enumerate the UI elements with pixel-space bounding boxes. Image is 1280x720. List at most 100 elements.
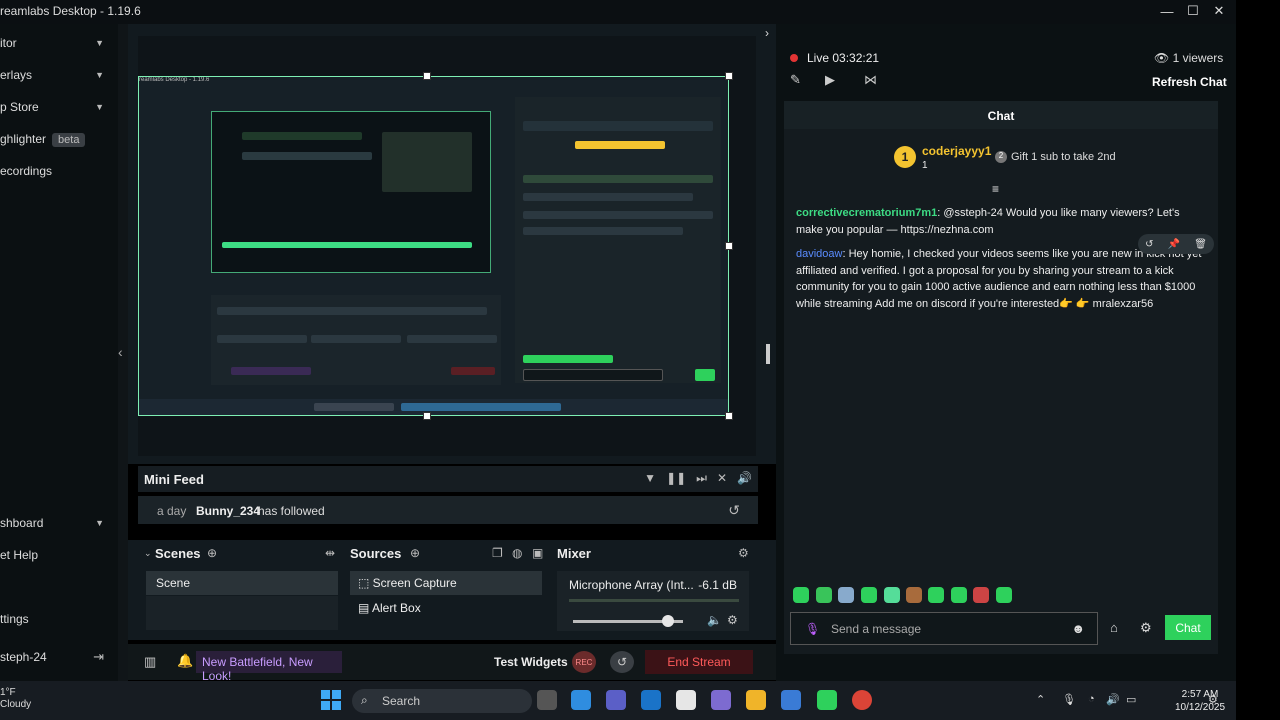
windows-start-icon[interactable] bbox=[321, 690, 341, 710]
chevron-down-icon[interactable]: ⌄ bbox=[144, 548, 152, 559]
store-icon[interactable]: ⌂ bbox=[1110, 620, 1118, 635]
volume-tray-icon[interactable]: 🔊 bbox=[1106, 693, 1120, 706]
emote-icon[interactable] bbox=[951, 587, 967, 603]
emote-icon[interactable] bbox=[906, 587, 922, 603]
performance-icon[interactable]: ▥ bbox=[144, 654, 156, 670]
add-source-icon[interactable]: ⊕ bbox=[410, 546, 420, 560]
microphone-icon[interactable]: 🎙 bbox=[805, 622, 820, 636]
trash-icon[interactable]: 🗑 bbox=[1194, 239, 1207, 250]
chevron-up-icon[interactable]: ⌃ bbox=[1036, 693, 1045, 706]
amazon-icon[interactable] bbox=[676, 690, 696, 710]
sidebar-item-highlighter[interactable]: ghlighter beta bbox=[0, 128, 112, 150]
edge-icon[interactable] bbox=[571, 690, 591, 710]
resize-handle[interactable] bbox=[423, 412, 431, 420]
source-filter-icon[interactable]: ◍ bbox=[512, 546, 522, 560]
emote-icon[interactable] bbox=[816, 587, 832, 603]
send-chat-button[interactable]: Chat bbox=[1165, 615, 1211, 640]
source-group-icon[interactable]: ▣ bbox=[532, 546, 543, 560]
emoji-icon[interactable]: ☻ bbox=[1071, 621, 1085, 636]
filter-icon[interactable]: ▼ bbox=[644, 471, 656, 486]
taskbar-search[interactable]: Search bbox=[352, 689, 532, 713]
emote-icon[interactable] bbox=[928, 587, 944, 603]
emote-icon[interactable] bbox=[973, 587, 989, 603]
chat-input[interactable]: 🎙 Send a message ☻ bbox=[790, 612, 1098, 645]
source-item[interactable]: ▤ Alert Box bbox=[350, 596, 542, 620]
gear-icon[interactable]: ⚙ bbox=[1140, 620, 1152, 636]
gift-sub-prompt[interactable]: Gift 1 sub to take 2nd bbox=[1011, 151, 1116, 163]
preview-mini-taskbar bbox=[139, 399, 728, 415]
sidebar-item-app-store[interactable]: p Store ▼ bbox=[0, 96, 112, 118]
record-button[interactable]: REC bbox=[572, 651, 596, 673]
sidebar-item-recordings[interactable]: ecordings bbox=[0, 160, 112, 182]
skip-icon[interactable]: ⏭ bbox=[696, 471, 707, 486]
gear-icon[interactable]: ⚙ bbox=[727, 613, 738, 627]
notification-icon[interactable]: 🔔 bbox=[177, 653, 193, 669]
edit-stream-icon[interactable]: ✎ bbox=[790, 72, 801, 88]
refresh-chat-button[interactable]: Refresh Chat bbox=[1152, 75, 1227, 89]
end-stream-button[interactable]: End Stream bbox=[645, 650, 753, 674]
panel-resize-handle[interactable] bbox=[766, 344, 770, 364]
add-scene-icon[interactable]: ⊕ bbox=[207, 546, 217, 560]
repeat-alert-icon[interactable]: ↺ bbox=[728, 502, 740, 519]
news-banner[interactable]: New Battlefield, New Look! bbox=[196, 651, 342, 683]
maximize-button[interactable]: ☐ bbox=[1182, 0, 1204, 22]
resize-handle[interactable] bbox=[423, 72, 431, 80]
app-icon[interactable] bbox=[711, 690, 731, 710]
chat-username[interactable]: correctivecrematorium7m1 bbox=[796, 207, 937, 219]
chevron-right-icon[interactable]: › bbox=[765, 26, 769, 40]
teams-icon[interactable] bbox=[606, 690, 626, 710]
notification-center-icon[interactable]: ⚙ bbox=[1208, 693, 1218, 706]
chevron-down-icon: ▼ bbox=[95, 70, 104, 80]
emote-icon[interactable] bbox=[884, 587, 900, 603]
scene-item[interactable]: Scene bbox=[146, 571, 338, 595]
logout-icon[interactable]: ⇥ bbox=[93, 649, 104, 665]
close-button[interactable]: ✕ bbox=[1208, 0, 1230, 22]
emote-icon[interactable] bbox=[838, 587, 854, 603]
mute-alerts-icon[interactable]: ✕ bbox=[717, 471, 727, 486]
file-explorer-icon[interactable] bbox=[746, 690, 766, 710]
volume-icon[interactable]: 🔊 bbox=[737, 471, 752, 486]
source-label: Alert Box bbox=[372, 601, 421, 615]
chrome-icon[interactable] bbox=[852, 690, 872, 710]
chat-username[interactable]: davidoaw bbox=[796, 248, 842, 260]
emote-icon[interactable] bbox=[861, 587, 877, 603]
wifi-icon[interactable]: ◔ bbox=[1088, 693, 1095, 705]
gear-icon[interactable]: ⚙ bbox=[738, 546, 749, 560]
sidebar-item-account[interactable]: steph-24 ⇥ bbox=[0, 646, 112, 668]
sidebar-item-settings[interactable]: ttings bbox=[0, 608, 112, 630]
weather-widget[interactable]: 1°F Cloudy bbox=[0, 687, 31, 711]
scene-transitions-icon[interactable]: ⇹ bbox=[325, 546, 335, 560]
collapse-arrow-icon[interactable]: ‹ bbox=[118, 344, 123, 360]
pin-icon[interactable]: 📌 bbox=[1168, 239, 1180, 250]
pause-icon[interactable]: ❚❚ bbox=[666, 471, 686, 486]
resize-handle[interactable] bbox=[725, 412, 733, 420]
speaker-icon[interactable]: 🔈 bbox=[707, 613, 722, 627]
outlook-icon[interactable] bbox=[641, 690, 661, 710]
collapse-pinned-icon[interactable]: ≡ bbox=[992, 182, 999, 196]
screen-capture-preview[interactable]: reamlabs Desktop - 1.19.6 bbox=[138, 76, 729, 416]
test-widgets-button[interactable]: Test Widgets bbox=[494, 655, 568, 669]
preview-row bbox=[242, 132, 362, 140]
microphone-tray-icon[interactable]: 🎙 bbox=[1062, 693, 1076, 706]
share-icon[interactable]: ⋈ bbox=[864, 72, 877, 88]
emote-icon[interactable] bbox=[996, 587, 1012, 603]
streamlabs-icon[interactable] bbox=[817, 690, 837, 710]
video-icon[interactable]: ▶ bbox=[825, 72, 835, 88]
replay-buffer-button[interactable]: ↺ bbox=[610, 651, 634, 673]
emote-icon[interactable] bbox=[793, 587, 809, 603]
sidebar-item-editor[interactable]: itor ▼ bbox=[0, 32, 112, 54]
resize-handle[interactable] bbox=[725, 72, 733, 80]
task-view-icon[interactable] bbox=[537, 690, 557, 710]
undo-icon[interactable]: ↺ bbox=[1145, 239, 1153, 250]
source-item[interactable]: ⬚ Screen Capture bbox=[350, 571, 542, 595]
volume-slider-knob[interactable] bbox=[662, 615, 674, 627]
live-status: Live 03:32:21 bbox=[807, 51, 880, 65]
sidebar-item-dashboard[interactable]: shboard ▼ bbox=[0, 512, 112, 534]
sidebar-item-overlays[interactable]: erlays ▼ bbox=[0, 64, 112, 86]
store-app-icon[interactable] bbox=[781, 690, 801, 710]
minimize-button[interactable]: — bbox=[1156, 0, 1178, 22]
battery-icon[interactable]: ▭ bbox=[1126, 693, 1136, 706]
resize-handle[interactable] bbox=[725, 242, 733, 250]
sidebar-item-get-help[interactable]: et Help bbox=[0, 544, 112, 566]
source-folder-icon[interactable]: ❐ bbox=[492, 546, 503, 560]
